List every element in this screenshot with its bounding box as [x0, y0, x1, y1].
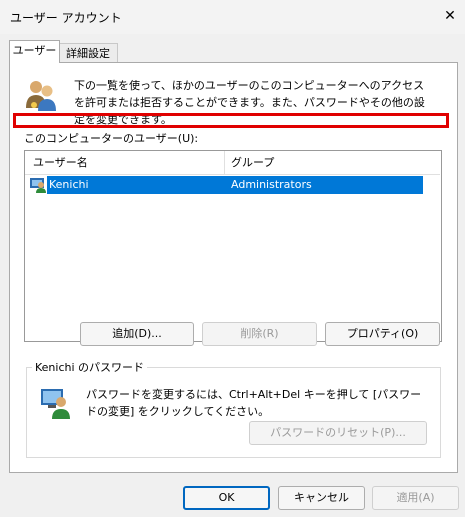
column-separator[interactable] [224, 151, 225, 174]
highlight-box [13, 113, 449, 128]
tab-users[interactable]: ユーザー [9, 40, 60, 63]
apply-button[interactable]: 適用(A) [372, 486, 459, 510]
password-instructions: パスワードを変更するには、Ctrl+Alt+Del キーを押して [パスワードの… [86, 388, 422, 418]
add-user-button[interactable]: 追加(D)... [80, 322, 194, 346]
column-header-username[interactable]: ユーザー名 [33, 151, 88, 174]
users-list-label: このコンピューターのユーザー(U): [24, 132, 199, 145]
window-title: ユーザー アカウント [10, 11, 122, 25]
close-icon[interactable]: ✕ [440, 6, 460, 26]
remove-user-button[interactable]: 削除(R) [202, 322, 317, 346]
row-group: Administrators [231, 178, 312, 191]
user-icon [30, 178, 46, 193]
cancel-button[interactable]: キャンセル [278, 486, 365, 510]
ok-button[interactable]: OK [183, 486, 270, 510]
reset-password-button[interactable]: パスワードのリセット(P)... [249, 421, 427, 445]
users-icon [26, 81, 56, 111]
user-password-icon [41, 389, 70, 419]
column-header-group[interactable]: グループ [231, 151, 274, 174]
tab-advanced[interactable]: 詳細設定 [58, 43, 118, 64]
password-group-title: Kenichi のパスワード [32, 359, 148, 375]
properties-button[interactable]: プロパティ(O) [325, 322, 440, 346]
row-username: Kenichi [49, 178, 89, 191]
